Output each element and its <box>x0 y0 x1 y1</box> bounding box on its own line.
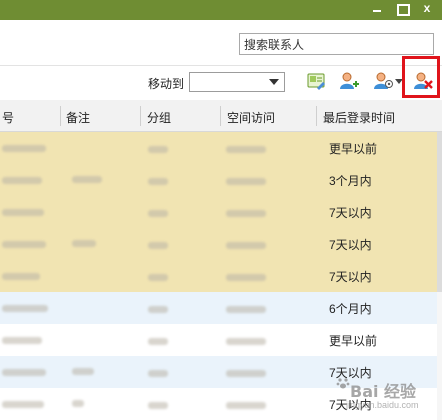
manage-friends-button[interactable] <box>373 70 403 92</box>
redacted-space-visit <box>226 306 266 313</box>
redacted-number <box>2 369 46 376</box>
watermark-subtext: jingyan.baidu.com <box>346 400 419 410</box>
redacted-number <box>2 145 46 152</box>
close-button[interactable]: x <box>418 0 436 18</box>
redacted-group <box>148 146 168 153</box>
redacted-number <box>2 209 44 216</box>
table-row[interactable]: 3个月内 <box>0 164 437 196</box>
table-row[interactable]: 更早以前 <box>0 324 437 356</box>
redacted-number <box>2 401 44 408</box>
redacted-remark <box>72 240 96 247</box>
highlight-box <box>402 56 440 98</box>
friend-toolbar: 移动到 <box>0 66 442 100</box>
column-header-group[interactable]: 分组 <box>147 109 171 126</box>
watermark-text: Bai 经验 <box>350 382 417 401</box>
redacted-remark <box>72 176 102 183</box>
column-divider[interactable] <box>220 106 221 126</box>
redacted-group <box>148 274 168 281</box>
manage-friends-icon <box>374 72 393 89</box>
table-row[interactable]: 7天以内 <box>0 196 437 228</box>
column-divider[interactable] <box>140 106 141 126</box>
window-titlebar: x <box>0 0 442 20</box>
move-to-select[interactable] <box>189 72 285 92</box>
table-row[interactable]: 7天以内 <box>0 260 437 292</box>
redacted-space-visit <box>226 146 266 153</box>
last-login-cell: 7天以内 <box>329 206 372 220</box>
redacted-group <box>148 178 168 185</box>
search-bar <box>0 20 442 66</box>
move-to-label: 移动到 <box>148 77 185 91</box>
redacted-number <box>2 305 48 312</box>
redacted-number <box>2 337 42 344</box>
chevron-down-icon <box>269 79 279 85</box>
redacted-group <box>148 370 168 377</box>
column-header-space-visit[interactable]: 空间访问 <box>227 109 275 126</box>
redacted-number <box>2 241 46 248</box>
paw-icon <box>336 378 350 389</box>
redacted-number <box>2 273 40 280</box>
column-header-number[interactable]: 号 <box>2 109 14 126</box>
redacted-space-visit <box>226 242 266 249</box>
table-row[interactable]: 7天以内 <box>0 228 437 260</box>
redacted-group <box>148 402 168 409</box>
redacted-space-visit <box>226 402 266 409</box>
column-divider[interactable] <box>316 106 317 126</box>
table-row[interactable]: 6个月内 <box>0 292 437 324</box>
last-login-cell: 6个月内 <box>329 302 372 316</box>
redacted-number <box>2 177 42 184</box>
vertical-scrollbar[interactable] <box>437 132 442 420</box>
redacted-space-visit <box>226 370 266 377</box>
redacted-group <box>148 338 168 345</box>
add-friend-icon <box>340 72 359 89</box>
redacted-group <box>148 306 168 313</box>
table-header: 号 备注 分组 空间访问 最后登录时间 <box>0 100 442 132</box>
contact-card-icon <box>307 73 325 90</box>
redacted-group <box>148 210 168 217</box>
redacted-space-visit <box>226 274 266 281</box>
redacted-space-visit <box>226 178 266 185</box>
search-input[interactable] <box>239 33 434 55</box>
redacted-space-visit <box>226 338 266 345</box>
column-header-last-login[interactable]: 最后登录时间 <box>323 109 395 126</box>
last-login-cell: 更早以前 <box>329 334 378 348</box>
add-friend-button[interactable] <box>338 70 360 92</box>
redacted-remark <box>72 368 94 375</box>
column-divider[interactable] <box>60 106 61 126</box>
table-row[interactable]: 更早以前 <box>0 132 437 164</box>
scrollbar-thumb[interactable] <box>437 132 442 292</box>
watermark: Bai 经验 jingyan.baidu.com <box>336 370 436 414</box>
redacted-remark <box>72 400 84 407</box>
last-login-cell: 3个月内 <box>329 174 372 188</box>
last-login-cell: 更早以前 <box>329 142 378 156</box>
redacted-group <box>148 242 168 249</box>
last-login-cell: 7天以内 <box>329 238 372 252</box>
minimize-button[interactable] <box>368 0 386 18</box>
last-login-cell: 7天以内 <box>329 270 372 284</box>
column-header-remark[interactable]: 备注 <box>66 109 90 126</box>
redacted-space-visit <box>226 210 266 217</box>
contact-card-button[interactable] <box>305 70 327 92</box>
maximize-button[interactable] <box>393 0 411 18</box>
